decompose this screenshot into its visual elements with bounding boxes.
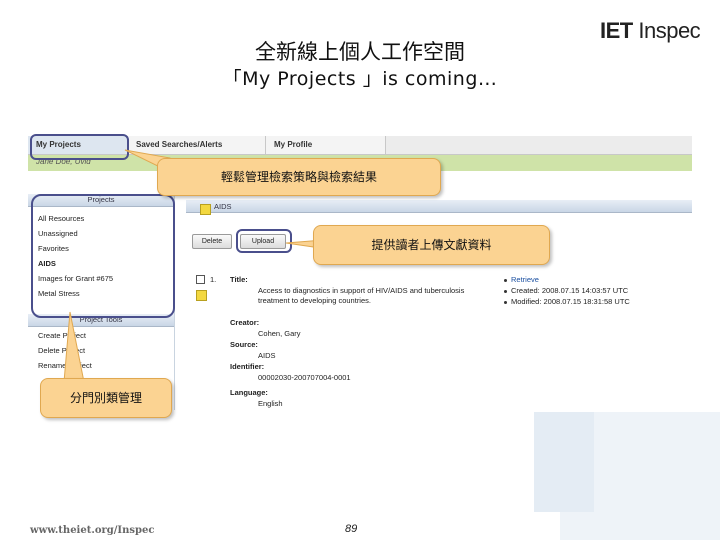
upload-button-highlight bbox=[236, 229, 292, 253]
created-line: Created: 2008.07.15 14:03:57 UTC bbox=[504, 286, 628, 295]
creator-value: Cohen, Gary bbox=[258, 329, 301, 338]
bullet-icon bbox=[504, 289, 507, 293]
retrieve-text: Retrieve bbox=[511, 275, 539, 284]
delete-button[interactable]: Delete bbox=[192, 234, 232, 249]
page-number: 89 bbox=[345, 523, 358, 535]
logo-iet-text: IET bbox=[600, 18, 633, 43]
title-value-line2: treatment to developing countries. bbox=[258, 296, 371, 305]
callout-folders: 分門別類管理 bbox=[40, 378, 172, 418]
main-header-title: AIDS bbox=[214, 202, 232, 211]
sticky-note-icon bbox=[196, 290, 207, 301]
slide-decoration bbox=[534, 412, 594, 512]
main-header: AIDS bbox=[186, 200, 692, 213]
retrieve-link[interactable]: Retrieve bbox=[504, 275, 539, 284]
title-label: Title: bbox=[230, 275, 248, 284]
create-project-link[interactable]: Create Project bbox=[38, 331, 86, 340]
language-label: Language: bbox=[230, 388, 268, 397]
language-value: English bbox=[258, 399, 283, 408]
record-number: 1. bbox=[210, 275, 217, 284]
tab-my-profile[interactable]: My Profile bbox=[266, 136, 386, 154]
bullet-icon bbox=[504, 278, 507, 282]
identifier-label: Identifier: bbox=[230, 362, 265, 371]
rename-project-link[interactable]: Rename Project bbox=[38, 361, 92, 370]
title-value-line1: Access to diagnostics in support of HIV/… bbox=[258, 286, 465, 295]
creator-label: Creator: bbox=[230, 318, 260, 327]
projects-list-highlight bbox=[31, 194, 175, 318]
delete-project-link[interactable]: Delete Project bbox=[38, 346, 85, 355]
source-value: AIDS bbox=[258, 351, 276, 360]
modified-text: Modified: 2008.07.15 18:31:58 UTC bbox=[511, 297, 630, 306]
logo-inspec-text: Inspec bbox=[638, 18, 701, 43]
tab-saved-searches[interactable]: Saved Searches/Alerts bbox=[128, 136, 266, 154]
source-label: Source: bbox=[230, 340, 258, 349]
callout-upload: 提供讀者上傳文獻資料 bbox=[313, 225, 550, 265]
bullet-icon bbox=[504, 300, 507, 304]
footer-url: www.theiet.org/Inspec bbox=[30, 525, 155, 536]
my-projects-tab-highlight bbox=[30, 134, 129, 160]
modified-line: Modified: 2008.07.15 18:31:58 UTC bbox=[504, 297, 630, 306]
slide-subtitle: 「My Projects 」is coming… bbox=[222, 68, 498, 90]
created-text: Created: 2008.07.15 14:03:57 UTC bbox=[511, 286, 629, 295]
iet-inspec-logo: IET Inspec bbox=[600, 18, 701, 44]
identifier-value: 00002030-200707004-0001 bbox=[258, 373, 351, 382]
record-checkbox[interactable] bbox=[196, 275, 205, 284]
sticky-note-icon bbox=[200, 204, 211, 215]
callout-projects: 輕鬆管理檢索策略與檢索結果 bbox=[157, 158, 441, 196]
